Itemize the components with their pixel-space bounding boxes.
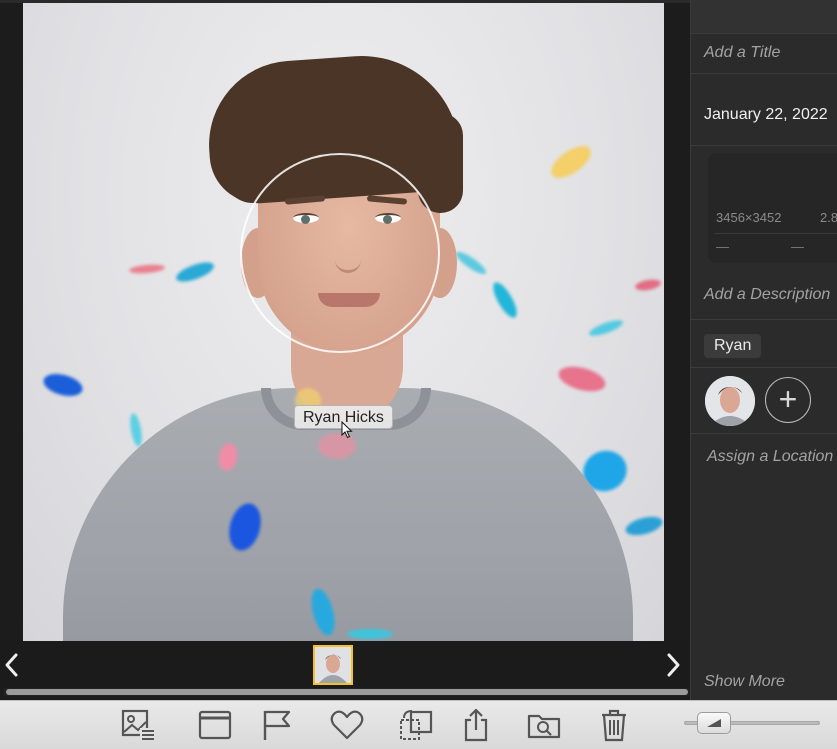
- metadata-empty-value: —: [791, 239, 804, 254]
- share-icon[interactable]: [458, 708, 494, 742]
- filmstrip-scrollbar[interactable]: [4, 688, 689, 696]
- mountain-icon[interactable]: [697, 712, 731, 734]
- confetti: [488, 279, 522, 321]
- bottom-toolbar: [0, 700, 837, 749]
- hair: [418, 113, 463, 213]
- confetti: [453, 248, 489, 278]
- photo-viewer-window: Ryan Hicks Add a Title January 22, 2022 …: [0, 0, 837, 749]
- window-icon[interactable]: [197, 708, 233, 742]
- metadata-box: 3456×3452 2.8 — — —: [708, 153, 837, 263]
- file-size: 2.8: [820, 210, 837, 225]
- filmstrip: [0, 641, 690, 689]
- description-placeholder: Add a Description: [704, 286, 831, 303]
- face-detection-circle[interactable]: [240, 153, 440, 353]
- confetti: [555, 362, 609, 396]
- info-panel: Add a Title January 22, 2022 3456×3452 2…: [690, 0, 837, 700]
- trash-icon[interactable]: [596, 708, 632, 742]
- faces-row: +: [691, 368, 837, 434]
- description-field[interactable]: Add a Description: [691, 270, 837, 320]
- heart-icon[interactable]: [329, 708, 365, 742]
- title-placeholder: Add a Title: [704, 44, 781, 61]
- resolution: 3456×3452: [716, 210, 782, 225]
- confetti: [545, 139, 597, 185]
- confetti: [634, 277, 662, 293]
- show-more-link[interactable]: Show More: [704, 673, 785, 691]
- crop-rotate-icon[interactable]: [398, 708, 434, 742]
- photo-viewer: Ryan Hicks: [0, 0, 690, 700]
- date-field: January 22, 2022: [691, 74, 837, 146]
- info-panel-header: [691, 0, 837, 34]
- add-face-button[interactable]: +: [765, 377, 811, 423]
- title-field[interactable]: Add a Title: [691, 34, 837, 74]
- avatar[interactable]: [705, 376, 755, 426]
- person-tag-chip[interactable]: Ryan: [704, 334, 762, 358]
- photo-date: January 22, 2022: [704, 106, 828, 123]
- filmstrip-thumbnail-selected[interactable]: [313, 645, 353, 685]
- metadata-empty-value: —: [716, 239, 729, 254]
- folder-search-icon[interactable]: [526, 708, 562, 742]
- chevron-left-icon[interactable]: [0, 649, 24, 681]
- location-field[interactable]: Assign a Location: [707, 448, 833, 466]
- confetti: [128, 263, 166, 275]
- mouse-cursor-icon: [341, 421, 353, 439]
- confetti: [587, 317, 625, 339]
- divider: [714, 233, 837, 234]
- confetti: [41, 370, 85, 400]
- main-photo[interactable]: Ryan Hicks: [23, 3, 664, 641]
- confetti: [623, 513, 664, 539]
- chevron-right-icon[interactable]: [661, 649, 685, 681]
- adjust-icon[interactable]: [120, 708, 156, 742]
- people-tags: Ryan: [691, 320, 837, 368]
- confetti: [347, 629, 393, 639]
- confetti: [128, 412, 144, 448]
- scrollbar-thumb[interactable]: [6, 689, 688, 695]
- confetti: [173, 258, 217, 286]
- flag-icon[interactable]: [259, 708, 295, 742]
